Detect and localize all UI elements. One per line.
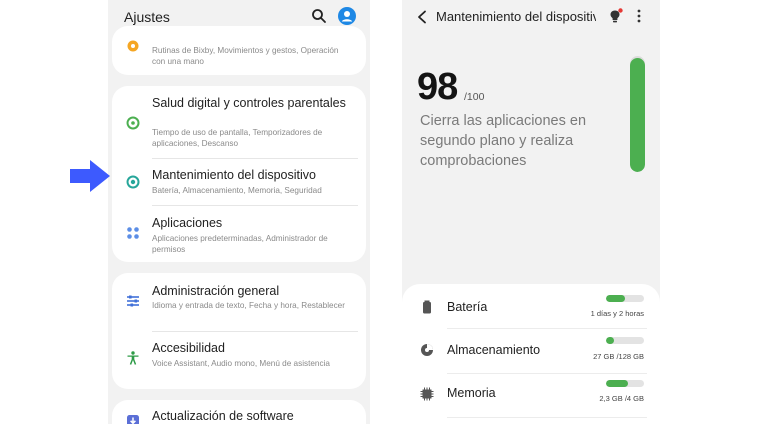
settings-title: Ajustes (124, 9, 170, 25)
profile-icon[interactable] (338, 7, 356, 25)
settings-item-advanced-features[interactable]: Rutinas de Bixby, Movimientos y gestos, … (112, 26, 366, 75)
pointer-arrow-icon (70, 160, 110, 192)
software-update-icon (127, 415, 139, 424)
status-row-memory[interactable]: Memoria 2,3 GB /4 GB (402, 374, 660, 418)
settings-item-accessibility[interactable]: Accesibilidad Voice Assistant, Audio mon… (112, 332, 366, 389)
settings-item-subtitle: Tiempo de uso de pantalla, Temporizadore… (152, 128, 323, 148)
optimize-description: Cierra las aplicaciones en segundo plano… (420, 113, 587, 169)
settings-item-subtitle: Aplicaciones predeterminadas, Administra… (152, 234, 328, 254)
settings-item-title: Actualización de software (152, 409, 294, 423)
settings-item-software-update[interactable]: Actualización de software (112, 400, 366, 424)
settings-item-subtitle: Rutinas de Bixby, Movimientos y gestos, … (152, 46, 339, 66)
status-bar (606, 380, 644, 387)
general-management-icon (127, 295, 139, 307)
device-score-max: /100 (464, 91, 485, 103)
status-bar-fill (606, 380, 629, 387)
battery-icon (423, 300, 431, 314)
status-label: Almacenamiento (447, 343, 541, 357)
status-label: Memoria (447, 386, 496, 400)
status-row-storage[interactable]: Almacenamiento 27 GB /128 GB (402, 329, 660, 373)
status-label: Batería (447, 300, 488, 314)
memory-icon (420, 387, 434, 401)
settings-item-device-care[interactable]: Mantenimiento del dispositivo Batería, A… (112, 159, 366, 205)
search-icon[interactable] (311, 8, 327, 24)
tip-lightbulb-icon[interactable] (609, 8, 623, 24)
status-value: 27 GB /128 GB (593, 352, 644, 361)
settings-item-title: Accesibilidad (152, 341, 225, 355)
accessibility-icon (127, 351, 139, 365)
device-care-screen: Mantenimiento del dispositivo 98 /100 Ci… (402, 0, 660, 424)
divider (447, 417, 647, 418)
status-value: 2,3 GB /4 GB (599, 394, 644, 403)
back-arrow-icon[interactable] (416, 10, 428, 24)
status-row-battery[interactable]: Batería 1 días y 2 horas (402, 284, 660, 328)
settings-item-subtitle: Idioma y entrada de texto, Fecha y hora,… (152, 301, 345, 310)
status-bar (606, 337, 644, 344)
device-care-title: Mantenimiento del dispositivo (436, 9, 596, 24)
status-bar (606, 295, 644, 302)
apps-icon (127, 227, 139, 239)
device-score: 98 (417, 66, 458, 108)
settings-item-title: Aplicaciones (152, 216, 223, 230)
score-bar-fill (630, 58, 645, 172)
settings-screen: Ajustes Rutinas de Bixby, Movimientos y … (108, 0, 370, 424)
settings-item-title: Salud digital y controles parentales (152, 96, 346, 110)
storage-icon (421, 344, 433, 356)
digital-wellbeing-icon (126, 116, 140, 130)
settings-card-update: Actualización de software (112, 400, 366, 424)
status-bar-fill (606, 295, 625, 302)
settings-card-advanced: Rutinas de Bixby, Movimientos y gestos, … (112, 26, 366, 75)
settings-item-apps[interactable]: Aplicaciones Aplicaciones predeterminada… (112, 206, 366, 262)
score-bar (630, 56, 645, 172)
advanced-features-icon (127, 40, 139, 52)
settings-card-wellbeing: Salud digital y controles parentales Tie… (112, 86, 366, 262)
status-value: 1 días y 2 horas (590, 309, 644, 318)
device-care-icon (126, 175, 140, 189)
settings-item-subtitle: Voice Assistant, Audio mono, Menú de asi… (152, 359, 330, 368)
settings-item-digital-wellbeing[interactable]: Salud digital y controles parentales Tie… (112, 86, 366, 158)
settings-item-title: Mantenimiento del dispositivo (152, 168, 316, 182)
more-options-icon[interactable] (636, 9, 642, 23)
status-card: Batería 1 días y 2 horas Almacenamiento … (402, 284, 660, 424)
settings-item-subtitle: Batería, Almacenamiento, Memoria, Seguri… (152, 186, 322, 195)
status-bar-fill (606, 337, 614, 344)
settings-item-general-management[interactable]: Administración general Idioma y entrada … (112, 273, 366, 331)
settings-card-general: Administración general Idioma y entrada … (112, 273, 366, 389)
settings-item-title: Administración general (152, 284, 280, 298)
